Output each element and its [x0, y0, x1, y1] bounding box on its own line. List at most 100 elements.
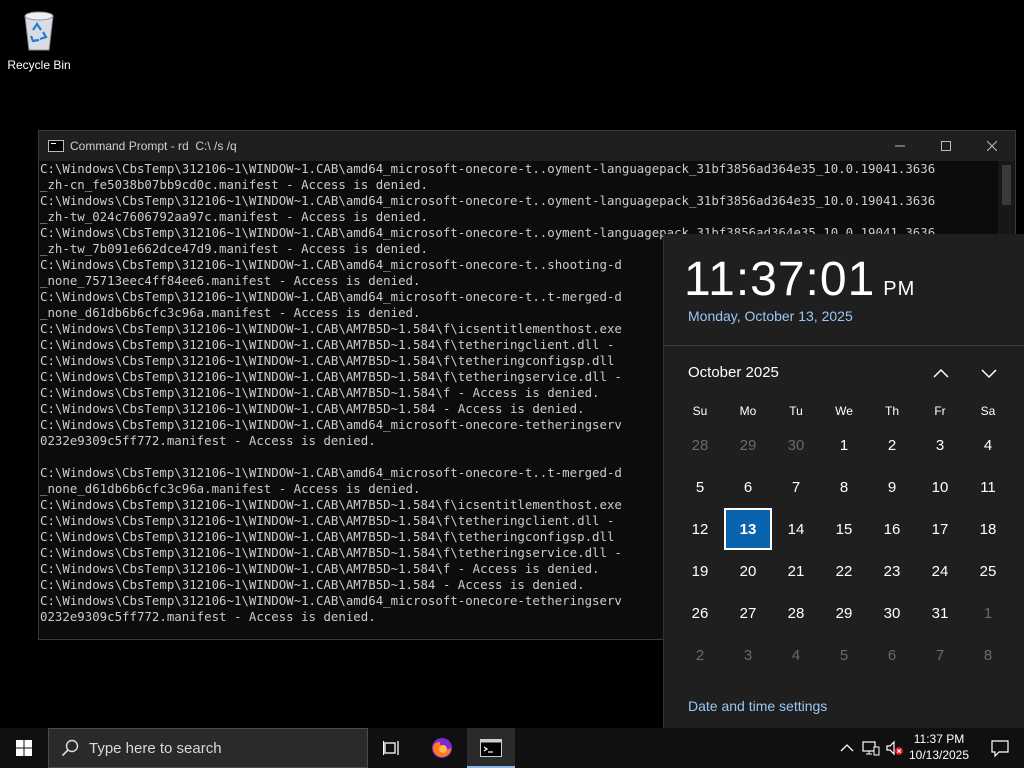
clock-time: 11:37 PM	[913, 732, 965, 746]
calendar-day[interactable]: 4	[964, 424, 1012, 466]
calendar-day[interactable]: 5	[676, 466, 724, 508]
console-line: C:\Windows\CbsTemp\312106~1\WINDOW~1.CAB…	[40, 193, 936, 208]
calendar-day[interactable]: 24	[916, 550, 964, 592]
action-center-button[interactable]	[976, 728, 1024, 768]
notification-icon	[991, 740, 1009, 757]
calendar-day[interactable]: 25	[964, 550, 1012, 592]
calendar-day[interactable]: 18	[964, 508, 1012, 550]
calendar-week-row: 26 27 28 29 30 31 1	[676, 592, 1012, 634]
calendar-day[interactable]: 29	[820, 592, 868, 634]
calendar-day[interactable]: 10	[916, 466, 964, 508]
flyout-date-link[interactable]: Monday, October 13, 2025	[688, 308, 853, 324]
weekday-label: Th	[884, 404, 899, 418]
window-titlebar[interactable]: Command Prompt - rd C:\ /s /q	[39, 131, 1015, 161]
calendar-day[interactable]: 1	[964, 592, 1012, 634]
windows-logo-icon	[16, 740, 32, 756]
calendar-week-row: 12 13 14 15 16 17 18	[676, 508, 1012, 550]
calendar-day[interactable]: 30	[772, 424, 820, 466]
taskbar: Type here to search 11:37 PM 10/13/2025	[0, 728, 1024, 768]
start-button[interactable]	[0, 728, 48, 768]
calendar-day-today[interactable]: 13	[724, 508, 772, 550]
show-hidden-icons-button[interactable]	[836, 728, 858, 768]
recycle-bin[interactable]: Recycle Bin	[6, 8, 72, 72]
weekday-header-row: Su Mo Tu We Th Fr Sa	[676, 398, 1012, 424]
search-placeholder: Type here to search	[89, 739, 222, 757]
calendar-day[interactable]: 31	[916, 592, 964, 634]
calendar-day[interactable]: 12	[676, 508, 724, 550]
calendar-day[interactable]: 2	[868, 424, 916, 466]
close-icon	[987, 141, 997, 151]
cmd-icon	[48, 140, 64, 152]
calendar-day[interactable]: 3	[916, 424, 964, 466]
calendar-day[interactable]: 29	[724, 424, 772, 466]
calendar-day[interactable]: 8	[820, 466, 868, 508]
weekday-label: Sa	[980, 404, 996, 418]
taskbar-clock[interactable]: 11:37 PM 10/13/2025	[904, 731, 974, 763]
calendar-day[interactable]: 22	[820, 550, 868, 592]
previous-month-button[interactable]	[926, 360, 956, 386]
console-line: _zh-cn_fe5038b07bb9cd0c.manifest - Acces…	[40, 177, 428, 192]
volume-tray-icon[interactable]	[884, 728, 906, 768]
search-icon	[61, 739, 79, 757]
close-button[interactable]	[969, 131, 1015, 161]
scrollbar-thumb[interactable]	[1002, 165, 1011, 205]
calendar-day[interactable]: 16	[868, 508, 916, 550]
weekday-label: Tu	[789, 404, 803, 418]
command-prompt-taskbar-button[interactable]	[467, 728, 515, 768]
calendar-day[interactable]: 7	[916, 634, 964, 676]
calendar-month-label[interactable]: October 2025	[688, 364, 779, 381]
console-line: _zh-tw_024c7606792aa97c.manifest - Acces…	[40, 209, 428, 224]
calendar-day[interactable]: 19	[676, 550, 724, 592]
task-view-icon	[383, 741, 399, 755]
maximize-button[interactable]	[923, 131, 969, 161]
maximize-icon	[941, 141, 951, 151]
calendar-day[interactable]: 28	[772, 592, 820, 634]
date-time-settings-link[interactable]: Date and time settings	[688, 698, 827, 714]
calendar-day[interactable]: 15	[820, 508, 868, 550]
next-month-button[interactable]	[974, 360, 1004, 386]
calendar-day[interactable]: 6	[868, 634, 916, 676]
calendar-week-row: 28 29 30 1 2 3 4	[676, 424, 1012, 466]
calendar-day[interactable]: 11	[964, 466, 1012, 508]
calendar-day[interactable]: 1	[820, 424, 868, 466]
weekday-label: Fr	[934, 404, 946, 418]
firefox-icon	[432, 738, 452, 758]
calendar-week-row: 2345678	[676, 634, 1012, 676]
calendar-day[interactable]: 30	[868, 592, 916, 634]
calendar-day[interactable]: 5	[820, 634, 868, 676]
calendar-day[interactable]: 28	[676, 424, 724, 466]
chevron-down-icon	[981, 369, 997, 379]
volume-muted-icon	[886, 740, 903, 756]
calendar-day[interactable]: 9	[868, 466, 916, 508]
cmd-icon	[480, 739, 502, 757]
calendar-day[interactable]: 6	[724, 466, 772, 508]
flyout-time: 11:37:01 PM	[684, 253, 916, 306]
firefox-taskbar-button[interactable]	[418, 728, 466, 768]
calendar-day[interactable]: 17	[916, 508, 964, 550]
calendar-day[interactable]: 7	[772, 466, 820, 508]
network-icon	[862, 741, 880, 756]
calendar-day[interactable]: 21	[772, 550, 820, 592]
window-title: Command Prompt - rd C:\ /s /q	[70, 139, 237, 153]
task-view-button[interactable]	[368, 728, 416, 768]
calendar-day[interactable]: 26	[676, 592, 724, 634]
clock-date: 10/13/2025	[908, 748, 970, 762]
network-tray-icon[interactable]	[860, 728, 882, 768]
calendar-day[interactable]: 2	[676, 634, 724, 676]
calendar-day[interactable]: 27	[724, 592, 772, 634]
calendar-week-row: 19 20 21 22 23 24 25	[676, 550, 1012, 592]
minimize-icon	[895, 145, 905, 147]
weekday-label: We	[835, 404, 853, 418]
minimize-button[interactable]	[877, 131, 923, 161]
calendar-day[interactable]: 20	[724, 550, 772, 592]
chevron-up-icon	[933, 368, 949, 378]
calendar-day[interactable]: 4	[772, 634, 820, 676]
calendar-day[interactable]: 23	[868, 550, 916, 592]
calendar-day[interactable]: 14	[772, 508, 820, 550]
clock-calendar-flyout: 11:37:01 PM Monday, October 13, 2025 Octo…	[663, 234, 1024, 728]
recycle-bin-icon	[24, 11, 54, 51]
chevron-up-icon	[840, 744, 854, 752]
calendar-day[interactable]: 3	[724, 634, 772, 676]
calendar-day[interactable]: 8	[964, 634, 1012, 676]
taskbar-search-box[interactable]: Type here to search	[48, 728, 368, 768]
